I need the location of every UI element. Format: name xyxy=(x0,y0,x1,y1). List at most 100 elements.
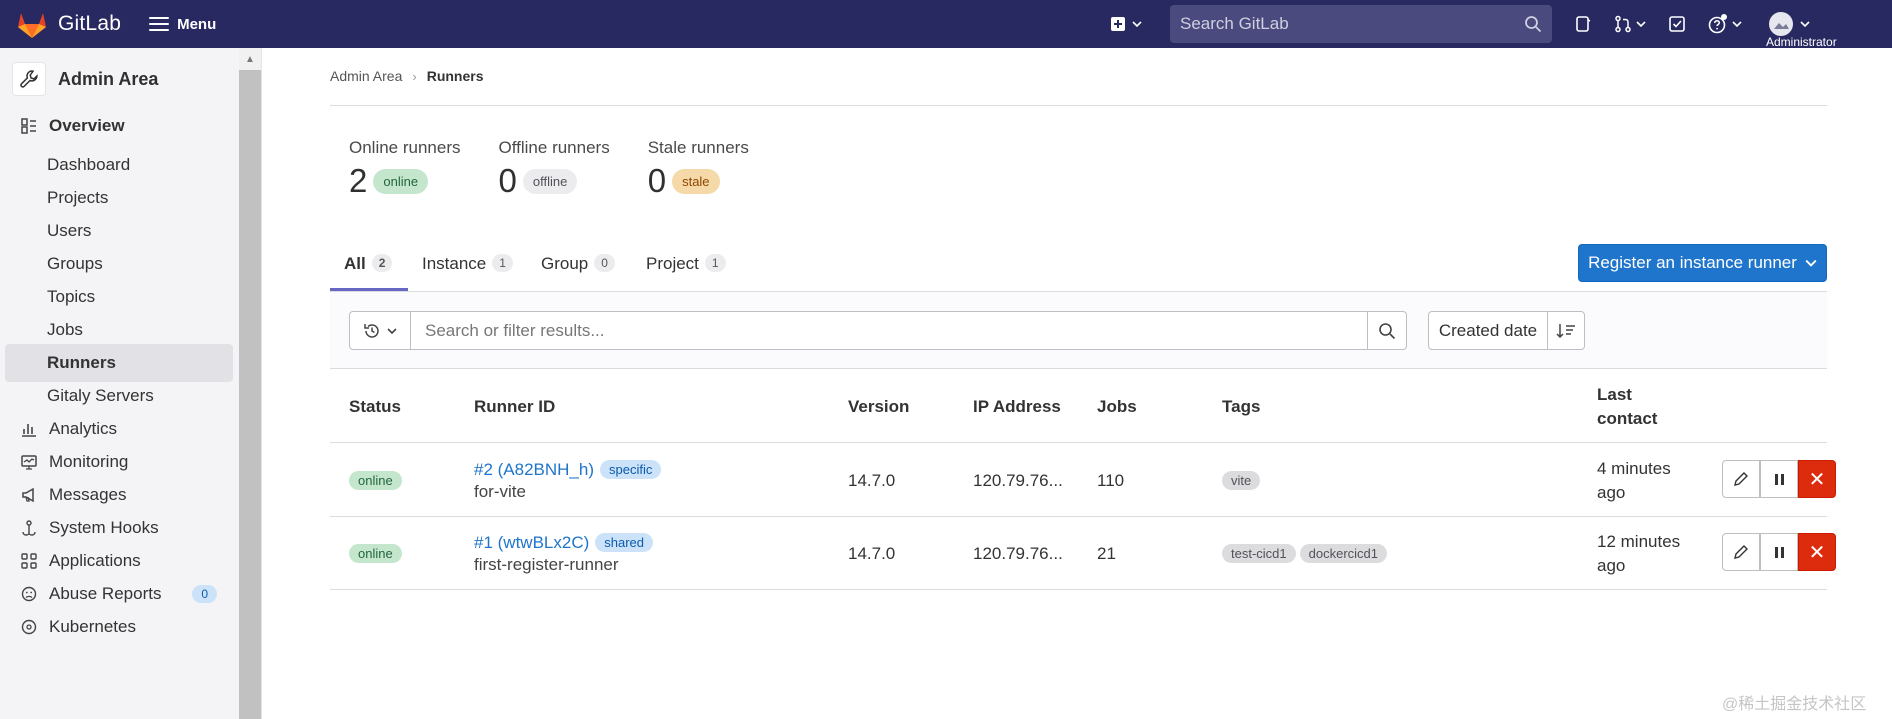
sidebar-item-label: Runners xyxy=(47,353,116,372)
stat-value: 2 xyxy=(349,162,368,199)
scroll-up-icon[interactable]: ▲ xyxy=(239,48,261,70)
tab-label: All xyxy=(344,254,366,273)
chevron-down-icon xyxy=(1805,259,1817,267)
header-last-contact: Last contact xyxy=(1597,370,1657,443)
last-contact-line1: 12 minutes xyxy=(1597,531,1681,551)
breadcrumb-admin-area[interactable]: Admin Area xyxy=(330,68,402,84)
runner-description: first-register-runner xyxy=(474,554,619,574)
runner-version: 14.7.0 xyxy=(848,470,896,490)
edit-button[interactable] xyxy=(1722,460,1760,498)
applications-icon xyxy=(19,551,39,571)
pause-button[interactable] xyxy=(1760,533,1798,571)
register-runner-button[interactable]: Register an instance runner xyxy=(1578,244,1827,282)
filter-search-button[interactable] xyxy=(1367,311,1407,350)
search-icon xyxy=(1379,322,1396,339)
sidebar: Admin Area Overview Dashboard Projects U… xyxy=(0,48,262,719)
runner-version: 14.7.0 xyxy=(848,543,896,563)
header-last-contact-line1: Last xyxy=(1597,384,1632,404)
merge-requests-icon[interactable] xyxy=(1614,15,1646,33)
sidebar-item-label: Groups xyxy=(47,254,103,273)
breadcrumb: Admin Area › Runners xyxy=(330,68,484,84)
runner-ip: 120.79.76... xyxy=(973,543,1063,563)
stat-label: Stale runners xyxy=(647,138,749,157)
header-version: Version xyxy=(848,396,910,416)
tab-count: 1 xyxy=(492,254,513,272)
runner-link[interactable]: #1 (wtwBLx2C) xyxy=(474,533,589,553)
sort-dropdown[interactable]: Created date xyxy=(1428,311,1548,350)
tag-badge: dockercicd1 xyxy=(1299,544,1388,563)
global-search-input[interactable]: Search GitLab xyxy=(1170,5,1552,43)
search-placeholder: Search GitLab xyxy=(1180,14,1289,33)
user-label: Administrator xyxy=(1766,35,1837,49)
abuse-icon xyxy=(19,584,39,604)
last-contact-line2: ago xyxy=(1597,482,1626,502)
tanuki-icon xyxy=(18,13,46,38)
sidebar-item-kubernetes[interactable]: Kubernetes xyxy=(5,608,233,646)
hamburger-icon xyxy=(149,17,170,31)
app-name: GitLab xyxy=(58,12,122,35)
gitlab-logo[interactable]: GitLab xyxy=(16,9,121,39)
edit-button[interactable] xyxy=(1722,533,1760,571)
tab-instance[interactable]: Instance 1 xyxy=(422,248,513,292)
sort-direction-button[interactable] xyxy=(1547,311,1585,350)
megaphone-icon xyxy=(19,485,39,505)
chevron-right-icon: › xyxy=(412,68,417,84)
sidebar-context-title: Admin Area xyxy=(58,68,159,89)
status-badge: offline xyxy=(522,168,578,194)
header-status: Status xyxy=(349,396,401,416)
stat-online: Online runners 2 online xyxy=(349,138,461,200)
sort-lowest-icon xyxy=(1556,323,1575,338)
recent-searches-dropdown[interactable] xyxy=(349,311,411,350)
tab-label: Project xyxy=(646,254,699,273)
runner-jobs: 21 xyxy=(1097,543,1116,563)
delete-button[interactable]: ✕ xyxy=(1798,460,1836,498)
user-menu[interactable]: Administrator xyxy=(1766,11,1837,49)
tab-project[interactable]: Project 1 xyxy=(646,248,726,292)
pause-button[interactable] xyxy=(1760,460,1798,498)
wrench-icon xyxy=(12,62,46,96)
sidebar-item-label: Projects xyxy=(47,188,109,207)
monitor-icon xyxy=(19,452,39,472)
close-icon: ✕ xyxy=(1808,468,1826,491)
todo-icon[interactable] xyxy=(1668,15,1686,33)
tab-count: 1 xyxy=(704,254,726,272)
sidebar-item-label: Gitaly Servers xyxy=(47,386,154,405)
sidebar-scrollbar[interactable] xyxy=(239,48,261,719)
divider xyxy=(330,105,1827,106)
stat-stale: Stale runners 0 stale xyxy=(648,138,749,200)
filter-search-input[interactable]: Search or filter results... xyxy=(410,311,1368,350)
stat-offline: Offline runners 0 offline xyxy=(499,138,610,200)
last-contact-line1: 4 minutes xyxy=(1597,458,1671,478)
sidebar-item-overview[interactable]: Overview xyxy=(5,107,233,145)
runner-stats: Online runners 2 online Offline runners 0… xyxy=(349,138,787,200)
tag-badge: test-cicd1 xyxy=(1222,544,1296,563)
runner-link[interactable]: #2 (A82BNH_h) xyxy=(474,460,594,480)
issues-icon[interactable] xyxy=(1574,15,1592,33)
tab-all[interactable]: All 2 xyxy=(344,248,393,292)
top-navbar: GitLab Menu Search GitLab Administrator xyxy=(0,0,1892,49)
register-button-label: Register an instance runner xyxy=(1588,253,1797,272)
sidebar-context-header[interactable]: Admin Area xyxy=(0,56,239,102)
sidebar-item-label: Topics xyxy=(47,287,96,306)
new-item-icon[interactable] xyxy=(1110,16,1142,32)
menu-button[interactable]: Menu xyxy=(149,16,216,33)
hook-icon xyxy=(19,518,39,538)
avatar xyxy=(1769,12,1793,36)
menu-label: Menu xyxy=(177,15,217,33)
chevron-down-icon xyxy=(387,327,397,334)
table-header: Status Runner ID Version IP Address Jobs… xyxy=(330,370,1827,443)
sidebar-item-label: Overview xyxy=(49,116,125,135)
sidebar-item-label: Analytics xyxy=(49,419,118,438)
breadcrumb-current: Runners xyxy=(426,68,484,84)
sidebar-item-label: Monitoring xyxy=(49,452,129,471)
kubernetes-icon xyxy=(19,617,39,637)
pencil-icon xyxy=(1734,545,1748,559)
status-badge: stale xyxy=(672,168,720,194)
stat-value: 0 xyxy=(647,162,667,199)
tab-count: 2 xyxy=(371,254,393,272)
header-tags: Tags xyxy=(1222,396,1261,416)
header-last-contact-line2: contact xyxy=(1597,408,1658,428)
help-icon[interactable] xyxy=(1708,14,1742,34)
tab-group[interactable]: Group 0 xyxy=(541,248,615,292)
delete-button[interactable]: ✕ xyxy=(1798,533,1836,571)
